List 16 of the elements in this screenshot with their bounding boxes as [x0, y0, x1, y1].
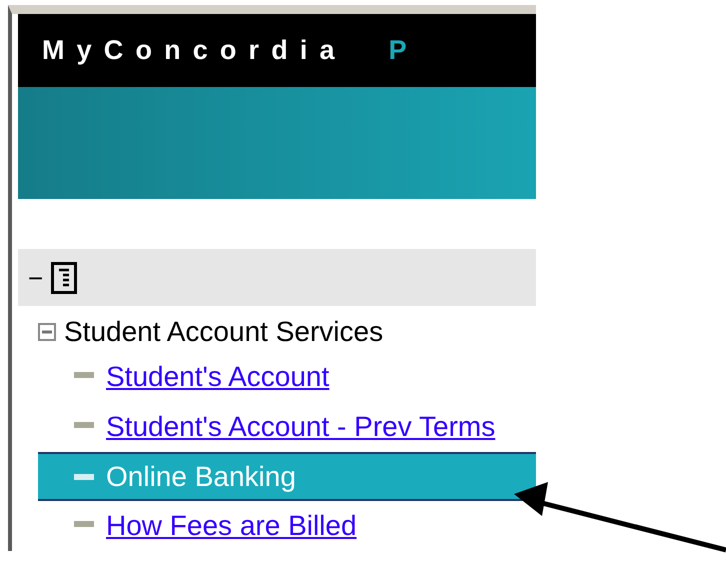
brand-title: MyConcordia	[42, 34, 347, 68]
tree-item[interactable]: Student's Account - Prev Terms	[38, 402, 536, 452]
tree-heading: Student Account Services	[64, 315, 384, 349]
dash-icon	[74, 474, 94, 480]
brand-text: P	[388, 34, 407, 68]
tree-link[interactable]: How Fees are Billed	[106, 505, 506, 547]
dash-icon	[74, 521, 94, 527]
tree-item[interactable]: Student's Account	[38, 352, 536, 402]
tree-link[interactable]: Student's Account	[106, 356, 506, 398]
dash-icon	[74, 372, 94, 378]
document-icon	[51, 262, 78, 294]
tree-link[interactable]: Student's Account - Prev Terms	[106, 406, 506, 448]
dash-icon	[74, 422, 94, 428]
collapse-button[interactable]: −	[28, 264, 44, 290]
tree-item[interactable]: How Fees are Billed	[38, 501, 536, 551]
collapse-icon[interactable]	[38, 323, 56, 341]
